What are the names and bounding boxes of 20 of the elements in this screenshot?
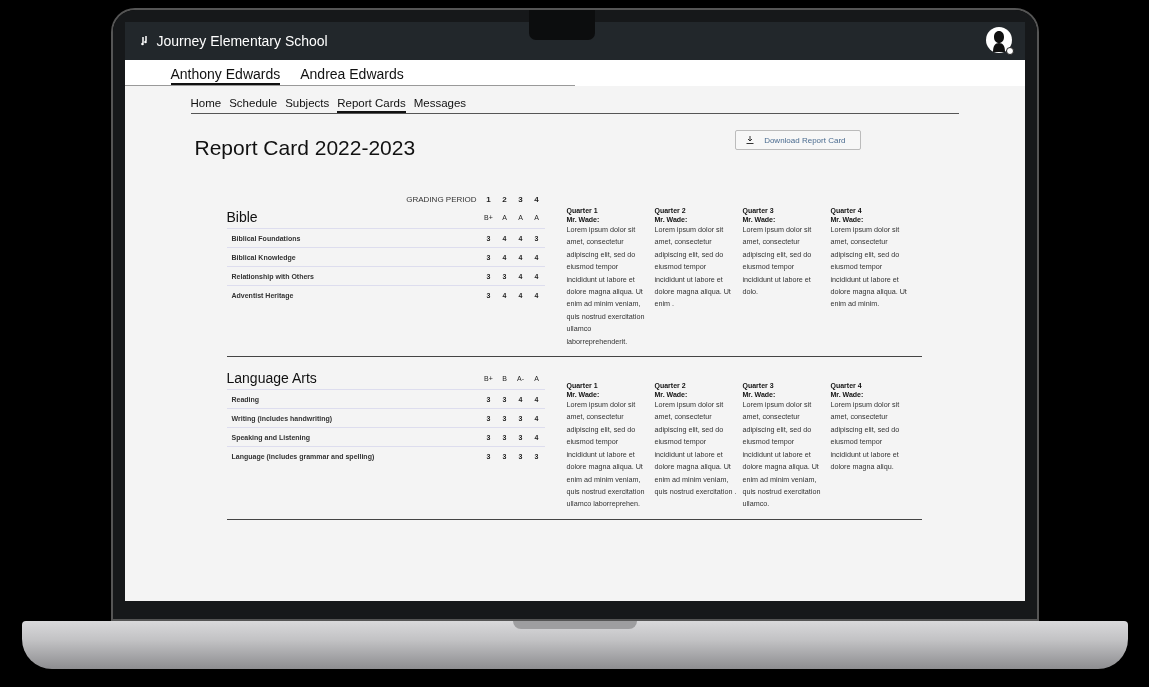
subject-name: Bible	[226, 209, 259, 225]
student-tab[interactable]: Andrea Edwards	[300, 60, 404, 85]
download-button[interactable]: Download Report Card	[735, 130, 861, 150]
nav-tab[interactable]: Messages	[413, 92, 467, 113]
logo-icon	[140, 36, 149, 46]
period-number: 3	[517, 194, 524, 204]
nav-tab[interactable]: Report Cards	[337, 92, 406, 113]
page-title: Report Card 2022-2023	[194, 136, 416, 160]
nav-tab[interactable]: Schedule	[229, 92, 278, 113]
subject-name: Language Arts	[226, 370, 318, 387]
nav-tab[interactable]: Home	[190, 92, 222, 113]
download-icon	[746, 136, 755, 144]
period-number: 2	[501, 194, 508, 204]
nav-tab[interactable]: Subjects	[285, 92, 330, 113]
student-tab[interactable]: Anthony Edwards	[170, 60, 281, 85]
period-number: 1	[485, 194, 492, 204]
period-number: 4	[533, 194, 540, 204]
grading-period-label: GRADING PERIOD	[406, 194, 477, 204]
avatar-icon[interactable]	[984, 26, 1015, 56]
school-name: Journey Elementary School	[156, 33, 328, 49]
